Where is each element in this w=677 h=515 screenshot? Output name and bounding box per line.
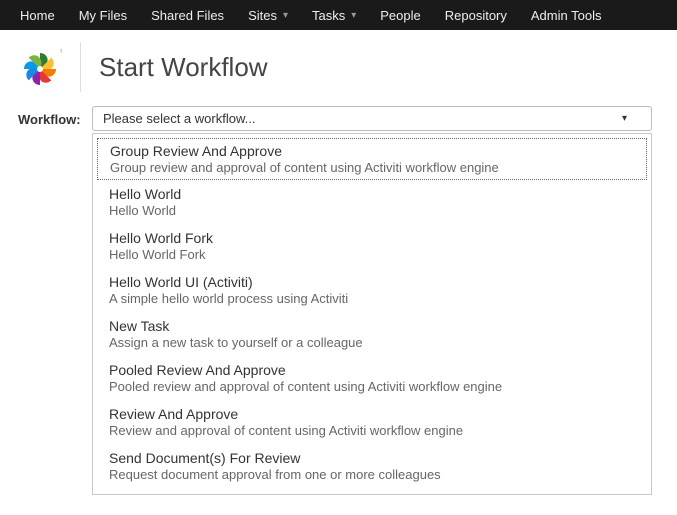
nav-item-my-files[interactable]: My Files xyxy=(67,0,139,30)
caret-down-icon: ▾ xyxy=(622,113,627,124)
nav-label: Home xyxy=(20,8,55,23)
workflow-option-desc: Assign a new task to yourself or a colle… xyxy=(109,335,635,350)
workflow-option-desc: Pooled review and approval of content us… xyxy=(109,379,635,394)
nav-item-repository[interactable]: Repository xyxy=(433,0,519,30)
nav-item-home[interactable]: Home xyxy=(8,0,67,30)
workflow-option-title: Hello World xyxy=(109,186,635,202)
svg-text:®: ® xyxy=(60,48,62,55)
header-divider xyxy=(80,42,81,92)
nav-label: Admin Tools xyxy=(531,8,602,23)
nav-label: Sites xyxy=(248,8,277,23)
workflow-option-title: Hello World UI (Activiti) xyxy=(109,274,635,290)
workflow-option-title: Group Review And Approve xyxy=(110,143,634,159)
content: Workflow: Please select a workflow... ▾ … xyxy=(0,102,677,515)
alfresco-logo-icon: ® xyxy=(18,45,62,89)
nav-label: Repository xyxy=(445,8,507,23)
workflow-option-desc: Review and approval of content using Act… xyxy=(109,423,635,438)
page-title: Start Workflow xyxy=(99,52,268,83)
workflow-option-title: Send Document(s) For Review xyxy=(109,450,635,466)
workflow-dropdown: Group Review And Approve Group review an… xyxy=(92,133,652,495)
nav-label: Shared Files xyxy=(151,8,224,23)
workflow-option-desc: Request document approval from one or mo… xyxy=(109,467,635,482)
nav-label: My Files xyxy=(79,8,127,23)
workflow-option-new-task[interactable]: New Task Assign a new task to yourself o… xyxy=(93,312,651,356)
page-header: ® Start Workflow xyxy=(0,30,677,102)
workflow-option-hello-world-ui-activiti[interactable]: Hello World UI (Activiti) A simple hello… xyxy=(93,268,651,312)
nav-item-admin-tools[interactable]: Admin Tools xyxy=(519,0,614,30)
workflow-option-title: New Task xyxy=(109,318,635,334)
workflow-label: Workflow: xyxy=(18,106,92,127)
workflow-option-desc: Hello World Fork xyxy=(109,247,635,262)
nav-label: People xyxy=(380,8,420,23)
workflow-option-group-review-and-approve[interactable]: Group Review And Approve Group review an… xyxy=(97,138,647,180)
nav-label: Tasks xyxy=(312,8,345,23)
workflow-option-desc: Group review and approval of content usi… xyxy=(110,160,634,175)
workflow-select-value: Please select a workflow... xyxy=(103,111,255,126)
workflow-option-desc: A simple hello world process using Activ… xyxy=(109,291,635,306)
workflow-option-send-documents-for-review[interactable]: Send Document(s) For Review Request docu… xyxy=(93,444,651,488)
workflow-option-title: Review And Approve xyxy=(109,406,635,422)
nav-item-sites[interactable]: Sites ▾ xyxy=(236,0,300,30)
workflow-option-hello-world-fork[interactable]: Hello World Fork Hello World Fork xyxy=(93,224,651,268)
nav-item-shared-files[interactable]: Shared Files xyxy=(139,0,236,30)
workflow-option-title: Hello World Fork xyxy=(109,230,635,246)
workflow-option-title: Pooled Review And Approve xyxy=(109,362,635,378)
nav-item-people[interactable]: People xyxy=(368,0,432,30)
workflow-option-review-and-approve[interactable]: Review And Approve Review and approval o… xyxy=(93,400,651,444)
chevron-down-icon: ▾ xyxy=(283,10,288,21)
workflow-option-desc: Hello World xyxy=(109,203,635,218)
nav-item-tasks[interactable]: Tasks ▾ xyxy=(300,0,368,30)
chevron-down-icon: ▾ xyxy=(351,10,356,21)
workflow-option-pooled-review-and-approve[interactable]: Pooled Review And Approve Pooled review … xyxy=(93,356,651,400)
workflow-select[interactable]: Please select a workflow... ▾ xyxy=(92,106,652,131)
top-nav: Home My Files Shared Files Sites ▾ Tasks ▾… xyxy=(0,0,677,30)
workflow-option-hello-world[interactable]: Hello World Hello World xyxy=(93,180,651,224)
